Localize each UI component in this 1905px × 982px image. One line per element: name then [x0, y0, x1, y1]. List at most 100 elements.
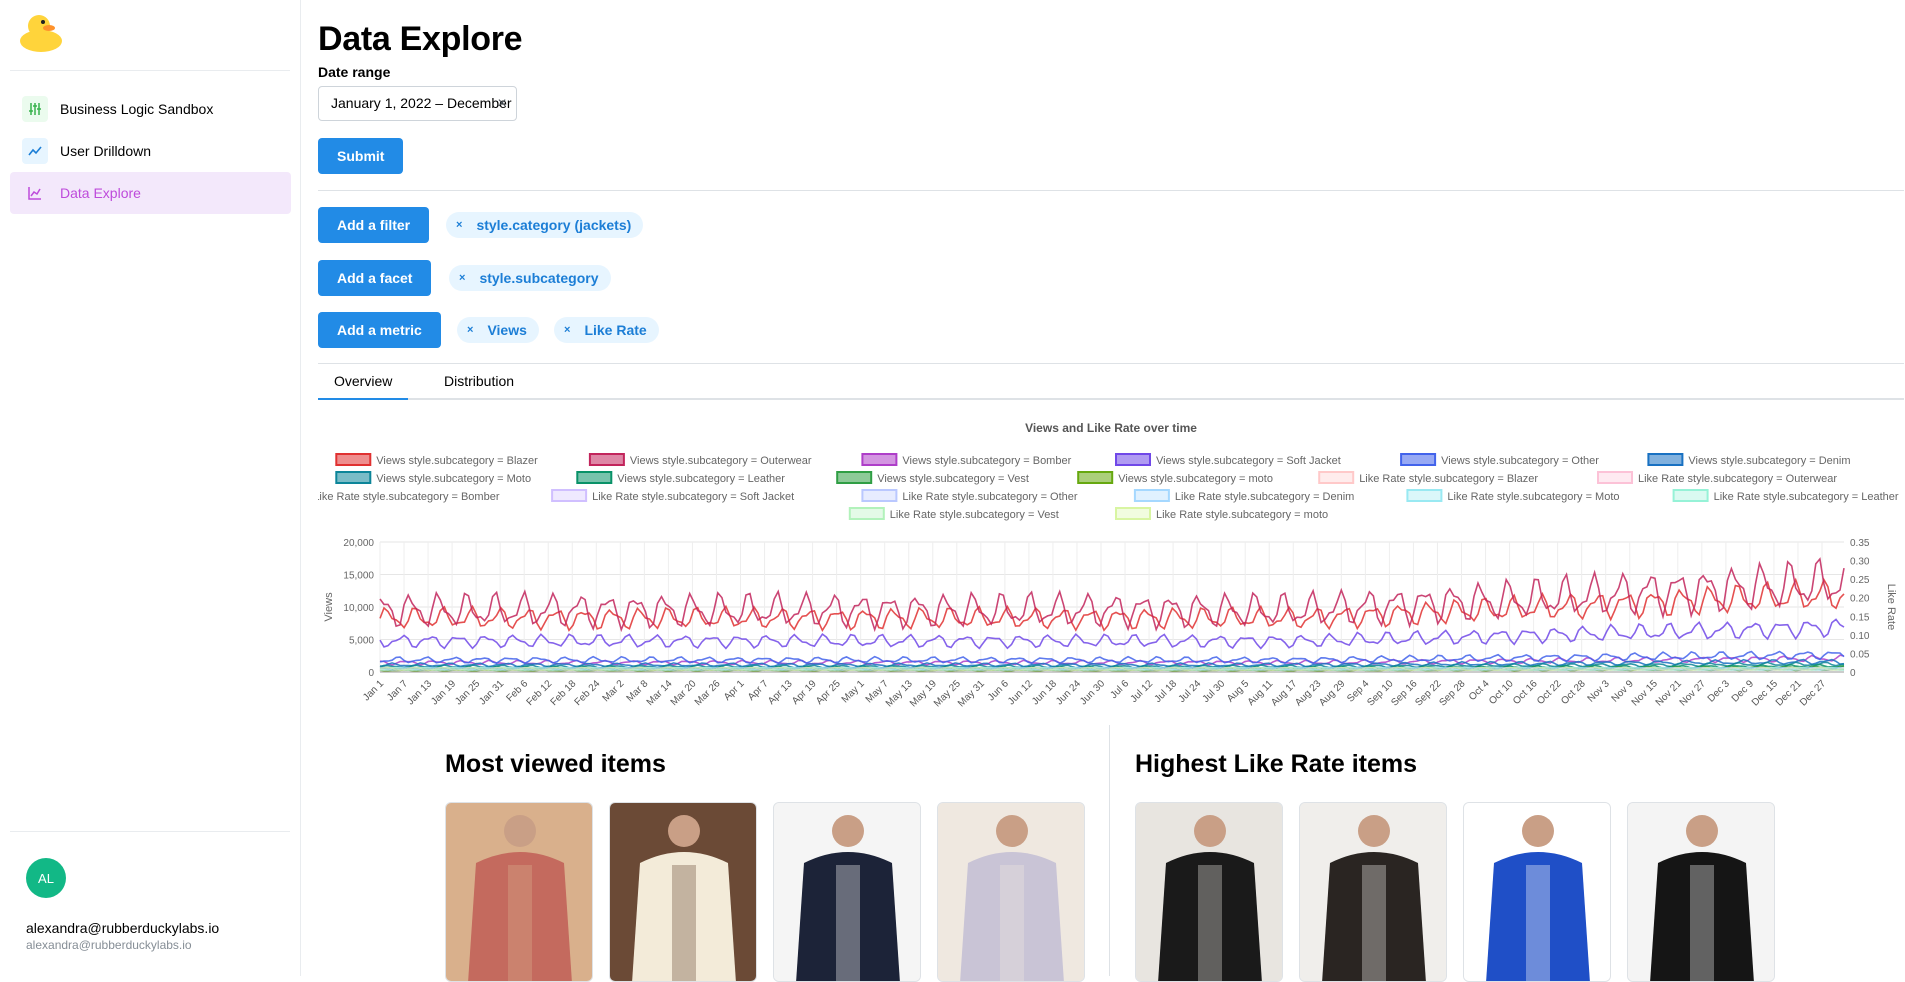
- legend-entry: Views style.subcategory = Leather: [617, 473, 785, 485]
- sidebar: Business Logic Sandbox User Drilldown Da…: [0, 0, 301, 976]
- x-tick-label: Mar 14: [645, 678, 675, 708]
- close-icon[interactable]: ×: [564, 324, 570, 336]
- legend-swatch: [1597, 471, 1633, 484]
- legend-swatch: [1115, 453, 1151, 466]
- x-tick-label: Oct 28: [1559, 678, 1588, 707]
- add-facet-button[interactable]: Add a facet: [318, 260, 432, 296]
- x-tick-label: Jul 24: [1177, 678, 1204, 705]
- x-tick-label: Apr 19: [790, 678, 819, 707]
- product-image: [610, 803, 756, 981]
- x-tick-label: Apr 25: [814, 678, 843, 707]
- y-axis-label: Views: [323, 592, 335, 622]
- chart-title: Views and Like Rate over time: [1025, 421, 1197, 435]
- legend-swatch: [1133, 489, 1170, 502]
- y-tick-label: 10,000: [343, 603, 374, 614]
- x-tick-label: Nov 3: [1586, 678, 1613, 705]
- close-icon[interactable]: ×: [467, 324, 473, 336]
- tab-overview[interactable]: Overview: [318, 365, 409, 400]
- tab-bar: Overview Distribution: [318, 365, 1904, 400]
- product-image: [1300, 803, 1446, 981]
- product-card[interactable]: [1463, 802, 1611, 982]
- x-tick-label: Jun 18: [1030, 678, 1059, 707]
- y2-tick-label: 0.35: [1850, 538, 1870, 549]
- metric-chip[interactable]: × Views: [457, 317, 539, 343]
- metric-chip[interactable]: × Like Rate: [554, 317, 659, 343]
- y2-tick-label: 0.25: [1850, 575, 1870, 586]
- legend-swatch: [861, 489, 898, 502]
- legend-swatch: [848, 507, 885, 520]
- user-name: alexandra@rubberduckylabs.io: [26, 920, 220, 936]
- x-tick-label: Mar 2: [601, 678, 627, 704]
- x-tick-label: Jun 12: [1006, 678, 1035, 707]
- submit-button[interactable]: Submit: [318, 138, 404, 174]
- product-image: [446, 803, 592, 981]
- x-tick-label: Feb 12: [525, 678, 555, 708]
- sidebar-item-user-drilldown[interactable]: User Drilldown: [10, 130, 291, 172]
- sidebar-item-data-explore[interactable]: Data Explore: [10, 172, 291, 214]
- series-line: [379, 557, 1845, 633]
- date-range-input[interactable]: January 1, 2022 – December 31, 2022: [318, 86, 517, 121]
- user-email: alexandra@rubberduckylabs.io: [26, 938, 192, 952]
- legend-entry: Views style.subcategory = Outerwear: [630, 455, 812, 467]
- sidebar-item-label: Business Logic Sandbox: [60, 101, 214, 117]
- add-filter-button[interactable]: Add a filter: [318, 207, 430, 243]
- legend-swatch: [1318, 471, 1355, 484]
- legend-entry: Views style.subcategory = Blazer: [376, 455, 538, 467]
- facet-chip[interactable]: × style.subcategory: [449, 265, 611, 291]
- product-card[interactable]: [1135, 802, 1283, 982]
- x-tick-label: May 31: [956, 678, 987, 709]
- y-tick-label: 15,000: [343, 571, 374, 582]
- sidebar-divider: [10, 831, 290, 832]
- rubber-duck-logo-icon[interactable]: [18, 9, 64, 53]
- product-card[interactable]: [937, 802, 1085, 982]
- avatar[interactable]: AL: [26, 858, 66, 898]
- x-tick-label: Feb 18: [549, 678, 579, 708]
- x-tick-label: Dec 27: [1798, 678, 1828, 708]
- close-icon[interactable]: ×: [459, 272, 465, 284]
- x-tick-label: Jan 13: [405, 678, 434, 707]
- x-tick-label: Aug 29: [1317, 678, 1347, 708]
- close-icon[interactable]: ×: [456, 219, 462, 231]
- sidebar-item-business-logic-sandbox[interactable]: Business Logic Sandbox: [10, 88, 291, 130]
- y-tick-label: 20,000: [343, 538, 374, 549]
- legend-entry: Like Rate style.subcategory = Leather: [1714, 491, 1899, 503]
- date-range-label: Date range: [318, 64, 391, 80]
- clear-icon[interactable]: ×: [494, 96, 510, 112]
- facet-chip-label: style.subcategory: [479, 270, 599, 286]
- legend-swatch: [1077, 471, 1114, 484]
- legend-entry: Views style.subcategory = Other: [1441, 455, 1599, 467]
- product-card[interactable]: [609, 802, 757, 982]
- product-card[interactable]: [445, 802, 593, 982]
- user-profile[interactable]: AL alexandra@rubberduckylabs.io alexandr…: [26, 858, 219, 952]
- tab-distribution[interactable]: Distribution: [428, 365, 530, 400]
- legend-swatch: [836, 471, 873, 484]
- legend-entry: Views style.subcategory = Vest: [877, 473, 1029, 485]
- legend-entry: Views style.subcategory = Denim: [1688, 455, 1850, 467]
- legend-swatch: [335, 453, 372, 466]
- chart-canvas[interactable]: Views and Like Rate over time Views style…: [318, 410, 1904, 730]
- gallery-divider: [1109, 725, 1110, 976]
- x-tick-label: Jan 25: [453, 678, 482, 707]
- highest-like-rate-title: Highest Like Rate items: [1135, 750, 1418, 778]
- y2-tick-label: 0.20: [1850, 594, 1870, 605]
- y2-tick-label: 0.30: [1850, 557, 1870, 568]
- x-tick-label: Jun 24: [1054, 678, 1083, 707]
- most-viewed-title: Most viewed items: [445, 750, 666, 778]
- legend-entry: Like Rate style.subcategory = Soft Jacke…: [592, 491, 794, 503]
- legend-swatch: [861, 453, 898, 466]
- legend-swatch: [335, 471, 372, 484]
- x-tick-label: Apr 13: [766, 678, 795, 707]
- product-card[interactable]: [1299, 802, 1447, 982]
- product-card[interactable]: [773, 802, 921, 982]
- trend-line-icon: [22, 138, 48, 164]
- x-tick-label: Oct 22: [1535, 678, 1564, 707]
- filter-chip[interactable]: × style.category (jackets): [446, 212, 644, 238]
- add-metric-button[interactable]: Add a metric: [318, 312, 441, 348]
- metric-chip-label: Like Rate: [584, 322, 647, 338]
- product-card[interactable]: [1627, 802, 1775, 982]
- views-like-rate-chart: Views and Like Rate over time Views style…: [318, 410, 1904, 730]
- sidebar-item-label: User Drilldown: [60, 143, 152, 159]
- product-image: [1628, 803, 1774, 981]
- product-image: [1464, 803, 1610, 981]
- product-image: [938, 803, 1084, 981]
